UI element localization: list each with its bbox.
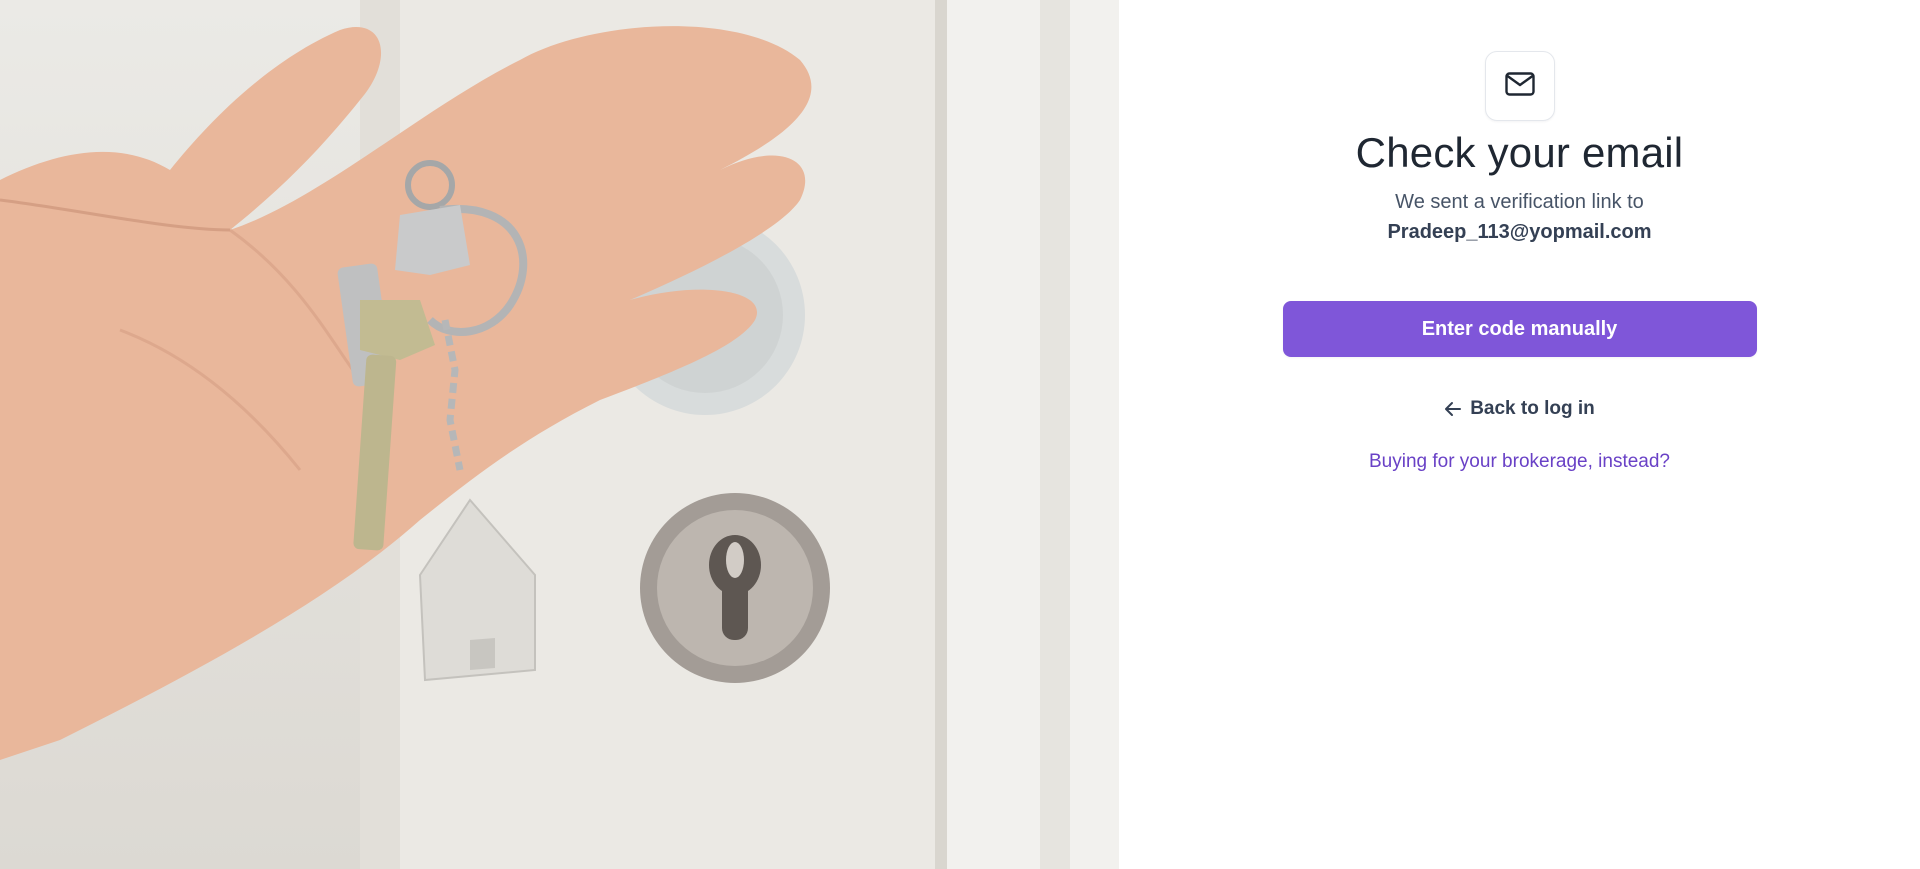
verification-subtitle: We sent a verification link to (1395, 191, 1644, 213)
mail-icon-badge (1484, 51, 1555, 121)
verification-email: Pradeep_113@yopmail.com (1387, 221, 1652, 243)
mail-icon (1504, 71, 1535, 101)
door-frame (935, 0, 1119, 869)
brokerage-link[interactable]: Buying for your brokerage, instead? (1369, 451, 1670, 473)
door-frame-molding (1040, 0, 1070, 869)
enter-code-manually-button[interactable]: Enter code manually (1282, 301, 1757, 357)
verification-content: Check your email We sent a verification … (1119, 51, 1920, 473)
verify-email-page: Check your email We sent a verification … (0, 0, 1920, 869)
verification-panel: Check your email We sent a verification … (1119, 0, 1920, 869)
hero-image (0, 0, 1119, 869)
page-title: Check your email (1355, 129, 1684, 176)
keys-in-hand-illustration (0, 0, 1119, 869)
silver-key-head (395, 205, 470, 275)
back-to-login-label: Back to log in (1470, 398, 1595, 419)
arrow-left-icon (1444, 400, 1462, 418)
back-to-login-link[interactable]: Back to log in (1444, 398, 1595, 420)
door-frame-shadow (935, 0, 947, 869)
